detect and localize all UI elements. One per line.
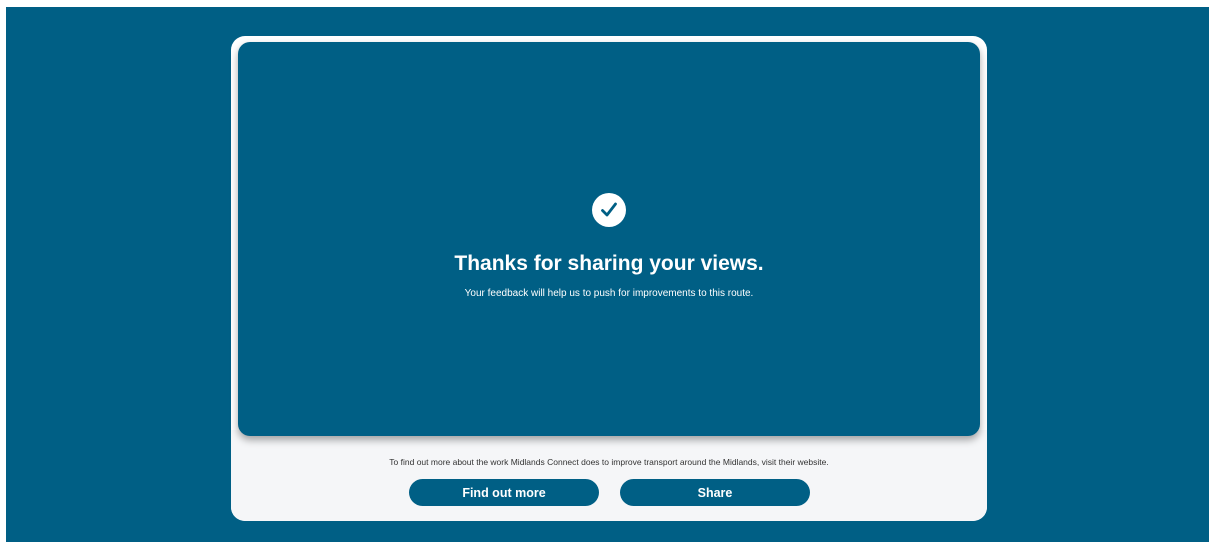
confirmation-panel [238,42,980,436]
checkmark-icon [592,193,626,227]
confirmation-title: Thanks for sharing your views. [454,252,764,275]
card-footer [231,430,987,521]
confirmation-message: Your feedback will help us to push for i… [464,288,754,299]
find-out-more-button[interactable]: Find out more [409,479,599,506]
footer-info-text: To find out more about the work Midlands… [389,457,829,467]
share-button[interactable]: Share [620,479,810,506]
